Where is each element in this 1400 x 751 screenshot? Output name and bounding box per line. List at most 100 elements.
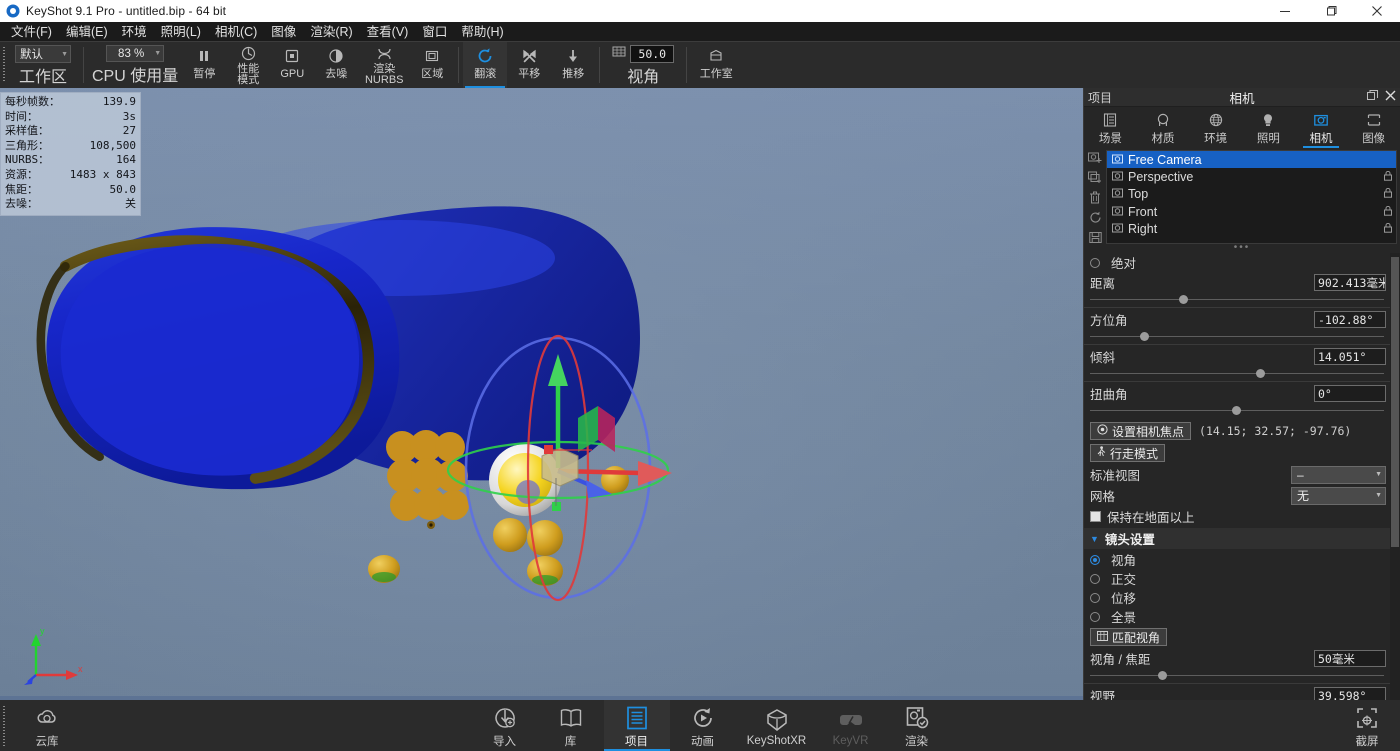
set-camera-focus-button[interactable]: 设置相机焦点	[1090, 422, 1191, 440]
workspace-combo[interactable]: 默认 ▼	[15, 45, 71, 63]
lens-perspective-radio[interactable]: 视角	[1090, 550, 1386, 569]
toolbar-pan-button[interactable]: 平移	[507, 42, 551, 88]
panel-resize-handle[interactable]: •••	[1084, 244, 1400, 253]
tab-scene[interactable]: 场景	[1084, 107, 1137, 148]
render-viewport[interactable]: 每秒帧数： 139.9 时间： 3s 采样值： 27 三角形： 108,500 …	[0, 88, 1083, 700]
menu-file[interactable]: 文件(F)	[4, 23, 59, 41]
bottombar-keyvr-button[interactable]: KeyVR	[818, 700, 884, 751]
save-camera-icon[interactable]	[1089, 230, 1102, 244]
scrollbar-thumb[interactable]	[1391, 257, 1399, 547]
toolbar-fov-control[interactable]: 50.0 视角	[604, 42, 682, 88]
lens-panorama-radio[interactable]: 全景	[1090, 607, 1386, 626]
undock-icon[interactable]	[1367, 88, 1378, 106]
toolbar-render-nurbs-button[interactable]: 渲染NURBS	[358, 42, 410, 88]
bottombar-project-button[interactable]: 项目	[604, 700, 670, 751]
fov-focal-input[interactable]: 50毫米	[1314, 650, 1386, 667]
menu-camera[interactable]: 相机(C)	[208, 23, 264, 41]
camera-list-item[interactable]: Front	[1107, 203, 1396, 220]
fov-focal-slider[interactable]	[1090, 669, 1386, 682]
toolbar-dolly-button[interactable]: 推移	[551, 42, 595, 88]
match-perspective-button[interactable]: 匹配视角	[1090, 628, 1167, 646]
tab-material-label: 材质	[1152, 130, 1175, 146]
screenshot-button[interactable]: 截屏	[1334, 700, 1400, 751]
lens-settings-section[interactable]: ▼ 镜头设置	[1084, 528, 1392, 549]
menu-render[interactable]: 渲染(R)	[303, 23, 359, 41]
slider-knob[interactable]	[1256, 369, 1265, 378]
add-camera-icon[interactable]	[1088, 150, 1102, 164]
checkbox-icon	[1090, 511, 1101, 522]
menu-environment[interactable]: 环境	[115, 23, 154, 41]
camera-list-item[interactable]: Right	[1107, 221, 1396, 238]
distance-input[interactable]: 902.413毫米	[1314, 274, 1386, 291]
lock-icon[interactable]	[1384, 205, 1392, 219]
standard-view-dropdown[interactable]: – ▼	[1291, 466, 1386, 484]
keep-above-ground-row[interactable]: 保持在地面以上	[1090, 506, 1386, 526]
camera-item-label: Right	[1128, 222, 1157, 236]
twist-slider[interactable]	[1090, 404, 1386, 417]
menu-image[interactable]: 图像	[264, 23, 303, 41]
inclination-slider[interactable]	[1090, 367, 1386, 380]
menu-view[interactable]: 查看(V)	[360, 23, 416, 41]
slider-knob[interactable]	[1140, 332, 1149, 341]
tab-image[interactable]: 图像	[1347, 107, 1400, 148]
tab-lighting[interactable]: 照明	[1242, 107, 1295, 148]
inclination-input[interactable]: 14.051°	[1314, 348, 1386, 365]
bottombar-keyshotxr-button[interactable]: KeyShotXR	[736, 700, 818, 751]
slider-knob[interactable]	[1179, 295, 1188, 304]
delete-camera-icon[interactable]	[1089, 190, 1101, 204]
camera-list-item[interactable]: Free Camera	[1107, 151, 1396, 168]
camera-list-item[interactable]: Top	[1107, 186, 1396, 203]
toolbar-denoise-button[interactable]: 去噪	[314, 42, 358, 88]
slider-knob[interactable]	[1232, 406, 1241, 415]
field-of-view-input[interactable]: 39.598°	[1314, 687, 1386, 700]
camera-list[interactable]: Free Camera Perspective Top	[1106, 150, 1397, 244]
bottombar-import-button[interactable]: 导入	[472, 700, 538, 751]
walk-mode-button[interactable]: 行走模式	[1090, 444, 1165, 462]
maximize-icon[interactable]	[1308, 0, 1354, 22]
azimuth-input[interactable]: -102.88°	[1314, 311, 1386, 328]
gpu-icon	[284, 45, 300, 67]
menu-lighting[interactable]: 照明(L)	[154, 23, 208, 41]
duplicate-camera-icon[interactable]	[1088, 170, 1102, 184]
tab-environment[interactable]: 环境	[1189, 107, 1242, 148]
distance-slider[interactable]	[1090, 293, 1386, 306]
toolbar-studio-button[interactable]: 工作室	[691, 42, 741, 88]
lens-shift-radio[interactable]: 位移	[1090, 588, 1386, 607]
bottombar-animation-button[interactable]: 动画	[670, 700, 736, 751]
lock-icon[interactable]	[1384, 187, 1392, 201]
cpu-usage-control[interactable]: 83 % ▼ CPU 使用量	[88, 42, 182, 88]
reset-camera-icon[interactable]	[1089, 210, 1102, 224]
toolbar-region-button[interactable]: 区域	[410, 42, 454, 88]
toolbar-drag-handle[interactable]	[0, 42, 7, 88]
lock-icon[interactable]	[1384, 222, 1392, 236]
lens-orthographic-radio[interactable]: 正交	[1090, 569, 1386, 588]
panel-scrollbar[interactable]	[1390, 253, 1400, 700]
toolbar-pause-button[interactable]: 暂停	[182, 42, 226, 88]
tab-camera[interactable]: 相机	[1295, 107, 1348, 148]
bottombar-library-button[interactable]: 库	[538, 700, 604, 751]
bottombar-drag-handle[interactable]	[0, 700, 7, 751]
azimuth-slider[interactable]	[1090, 330, 1386, 343]
fov-value-input[interactable]: 50.0	[630, 45, 674, 63]
panel-close-icon[interactable]	[1385, 88, 1396, 106]
grid-dropdown[interactable]: 无 ▼	[1291, 487, 1386, 505]
camera-list-item[interactable]: Perspective	[1107, 168, 1396, 185]
toolbar-tumble-button[interactable]: 翻滚	[463, 42, 507, 88]
close-icon[interactable]	[1354, 0, 1400, 22]
minimize-icon[interactable]	[1262, 0, 1308, 22]
cpu-usage-combo[interactable]: 83 % ▼	[106, 45, 164, 62]
twist-input[interactable]: 0°	[1314, 385, 1386, 402]
menu-edit[interactable]: 编辑(E)	[59, 23, 115, 41]
menu-help[interactable]: 帮助(H)	[454, 23, 510, 41]
cloud-library-button[interactable]: 云库	[7, 700, 87, 751]
toolbar-performance-mode-button[interactable]: 性能模式	[226, 42, 270, 88]
toolbar-gpu-button[interactable]: GPU	[270, 42, 314, 88]
absolute-radio-row[interactable]: 绝对	[1090, 253, 1386, 272]
slider-knob[interactable]	[1158, 671, 1167, 680]
bottombar-render-button[interactable]: 渲染	[884, 700, 950, 751]
radio-3d-model[interactable]	[0, 88, 1083, 700]
lock-icon[interactable]	[1384, 170, 1392, 184]
tab-material[interactable]: 材质	[1137, 107, 1190, 148]
workspace-selector[interactable]: 默认 ▼ 工作区	[7, 42, 79, 88]
menu-window[interactable]: 窗口	[415, 23, 454, 41]
